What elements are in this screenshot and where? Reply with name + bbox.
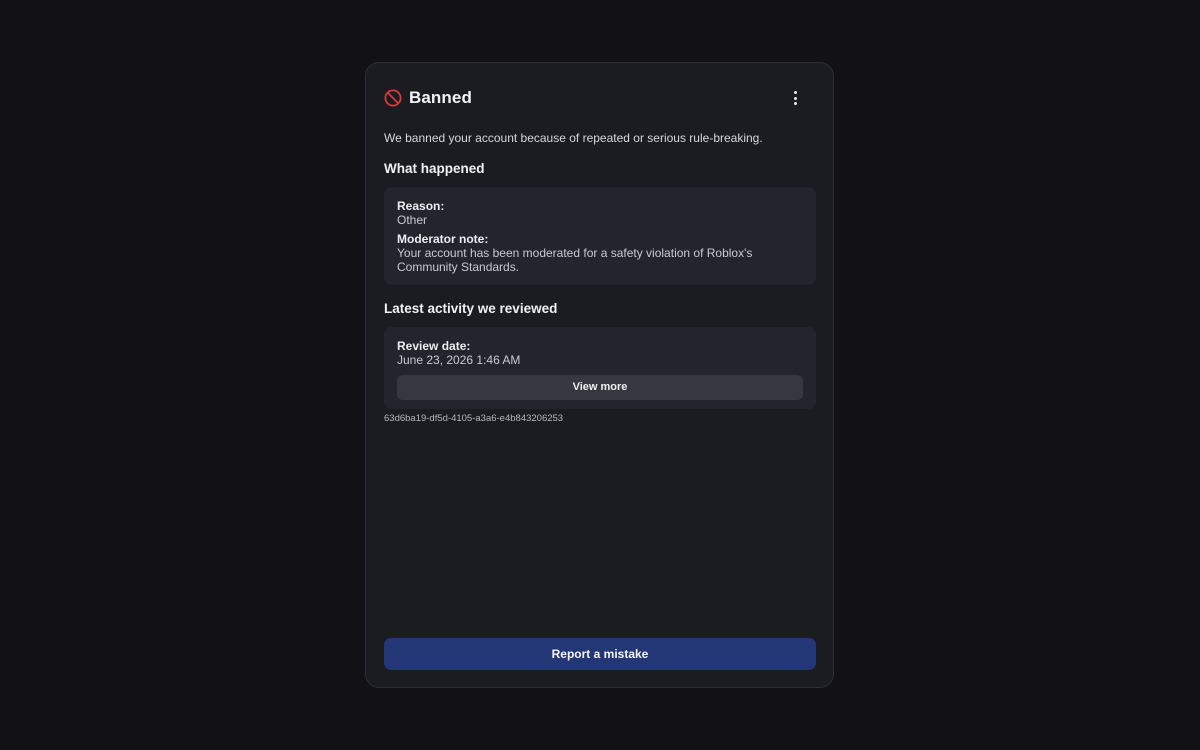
- more-vertical-icon-dot: [793, 102, 797, 105]
- review-date-value: June 23, 2026 1:46 AM: [397, 353, 521, 367]
- more-options-button[interactable]: [783, 86, 807, 110]
- more-vertical-icon: [793, 91, 797, 94]
- more-vertical-icon-dot: [793, 96, 797, 100]
- ban-dialog: Banned We banned your account because of…: [365, 62, 834, 688]
- reason-value: Other: [397, 213, 428, 227]
- latest-activity-heading: Latest activity we reviewed: [384, 301, 558, 316]
- what-happened-heading: What happened: [384, 161, 485, 176]
- view-more-button[interactable]: View more: [397, 374, 803, 400]
- what-happened-card: Reason: Other Moderator note: Your accou…: [384, 187, 816, 285]
- ban-description: We banned your account because of repeat…: [384, 131, 763, 145]
- moderator-note-value: Your account has been moderated for a sa…: [397, 245, 753, 275]
- dialog-title: Banned: [409, 88, 472, 107]
- dialog-header: Banned: [384, 87, 815, 109]
- moderator-note-label: Moderator note:: [397, 231, 489, 246]
- reason-label: Reason:: [397, 199, 445, 213]
- report-mistake-button[interactable]: Report a mistake: [384, 638, 816, 670]
- latest-activity-card: Review date: June 23, 2026 1:46 AM View …: [384, 327, 816, 409]
- ban-icon: [384, 89, 402, 107]
- reference-id: 63d6ba19-df5d-4105-a3a6-e4b843206253: [384, 413, 564, 424]
- review-date-label: Review date:: [397, 339, 471, 353]
